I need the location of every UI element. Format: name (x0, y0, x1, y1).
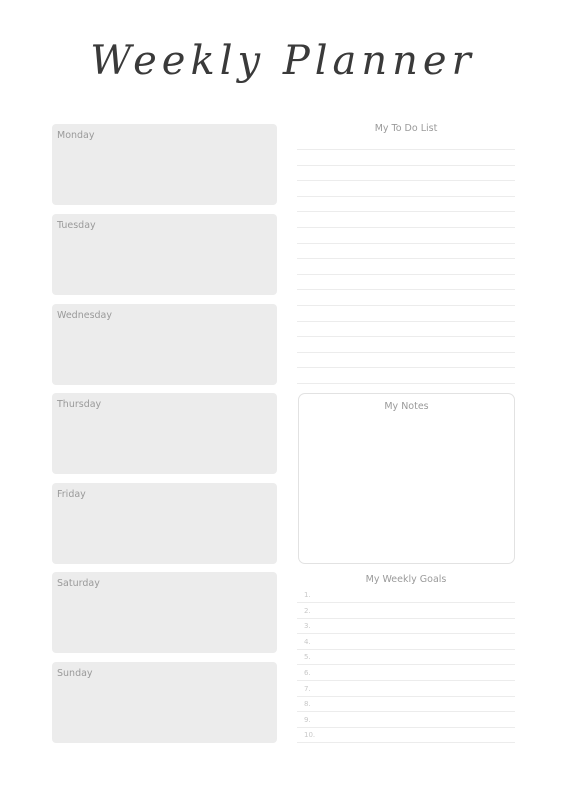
goal-number: 10. (304, 731, 316, 740)
notes-title: My Notes (384, 401, 429, 412)
todo-line[interactable] (297, 320, 515, 322)
todo-line[interactable] (297, 258, 515, 260)
day-box-monday[interactable]: Monday (52, 124, 277, 205)
notes-box[interactable]: My Notes (298, 393, 515, 564)
todo-line[interactable] (297, 273, 515, 275)
goal-number: 5. (304, 653, 311, 662)
goal-line[interactable] (297, 617, 515, 619)
todo-line[interactable] (297, 289, 515, 291)
goal-number: 1. (304, 591, 311, 599)
todo-line[interactable] (297, 227, 515, 228)
todo-line[interactable] (297, 211, 515, 213)
todo-line[interactable] (297, 180, 515, 182)
goal-line[interactable] (297, 726, 515, 728)
goal-line[interactable] (297, 711, 515, 713)
goal-number: 4. (304, 637, 311, 646)
page-title-text: Weekly Planner (90, 38, 476, 84)
goal-number: 8. (304, 700, 311, 709)
day-label: Tuesday (57, 220, 96, 231)
day-box-saturday[interactable]: Saturday (52, 572, 277, 653)
goal-number: 2. (304, 606, 311, 615)
goal-number: 9. (304, 715, 311, 724)
day-box-wednesday[interactable]: Wednesday (52, 304, 277, 385)
page-title: Weekly Planner (0, 38, 566, 84)
day-label: Thursday (57, 399, 102, 410)
goal-number: 6. (304, 669, 311, 677)
day-label: Sunday (57, 668, 93, 679)
goals-title: My Weekly Goals (365, 574, 447, 585)
todo-line[interactable] (297, 242, 515, 244)
goal-number: 7. (304, 684, 311, 693)
goal-number: 3. (304, 622, 311, 631)
day-label: Monday (57, 130, 95, 141)
todo-line[interactable] (297, 149, 515, 150)
goal-line[interactable] (297, 664, 515, 666)
goal-line[interactable] (297, 633, 515, 635)
todo-title: My To Do List (374, 123, 438, 134)
day-box-sunday[interactable]: Sunday (52, 662, 277, 743)
todo-line[interactable] (297, 195, 515, 197)
todo-line[interactable] (297, 383, 515, 384)
day-box-thursday[interactable]: Thursday (52, 393, 277, 474)
day-label: Wednesday (57, 310, 113, 321)
goal-line[interactable] (297, 648, 515, 650)
goal-line[interactable] (297, 742, 515, 744)
todo-line[interactable] (297, 164, 515, 166)
goal-line[interactable] (297, 602, 515, 603)
todo-line[interactable] (297, 336, 515, 338)
day-label: Friday (57, 489, 86, 500)
goal-line[interactable] (297, 680, 515, 681)
todo-line[interactable] (297, 367, 515, 369)
goal-line[interactable] (297, 695, 515, 697)
day-box-friday[interactable]: Friday (52, 483, 277, 564)
day-box-tuesday[interactable]: Tuesday (52, 214, 277, 295)
day-label: Saturday (57, 578, 100, 589)
todo-line[interactable] (297, 305, 515, 306)
todo-line[interactable] (297, 351, 515, 353)
